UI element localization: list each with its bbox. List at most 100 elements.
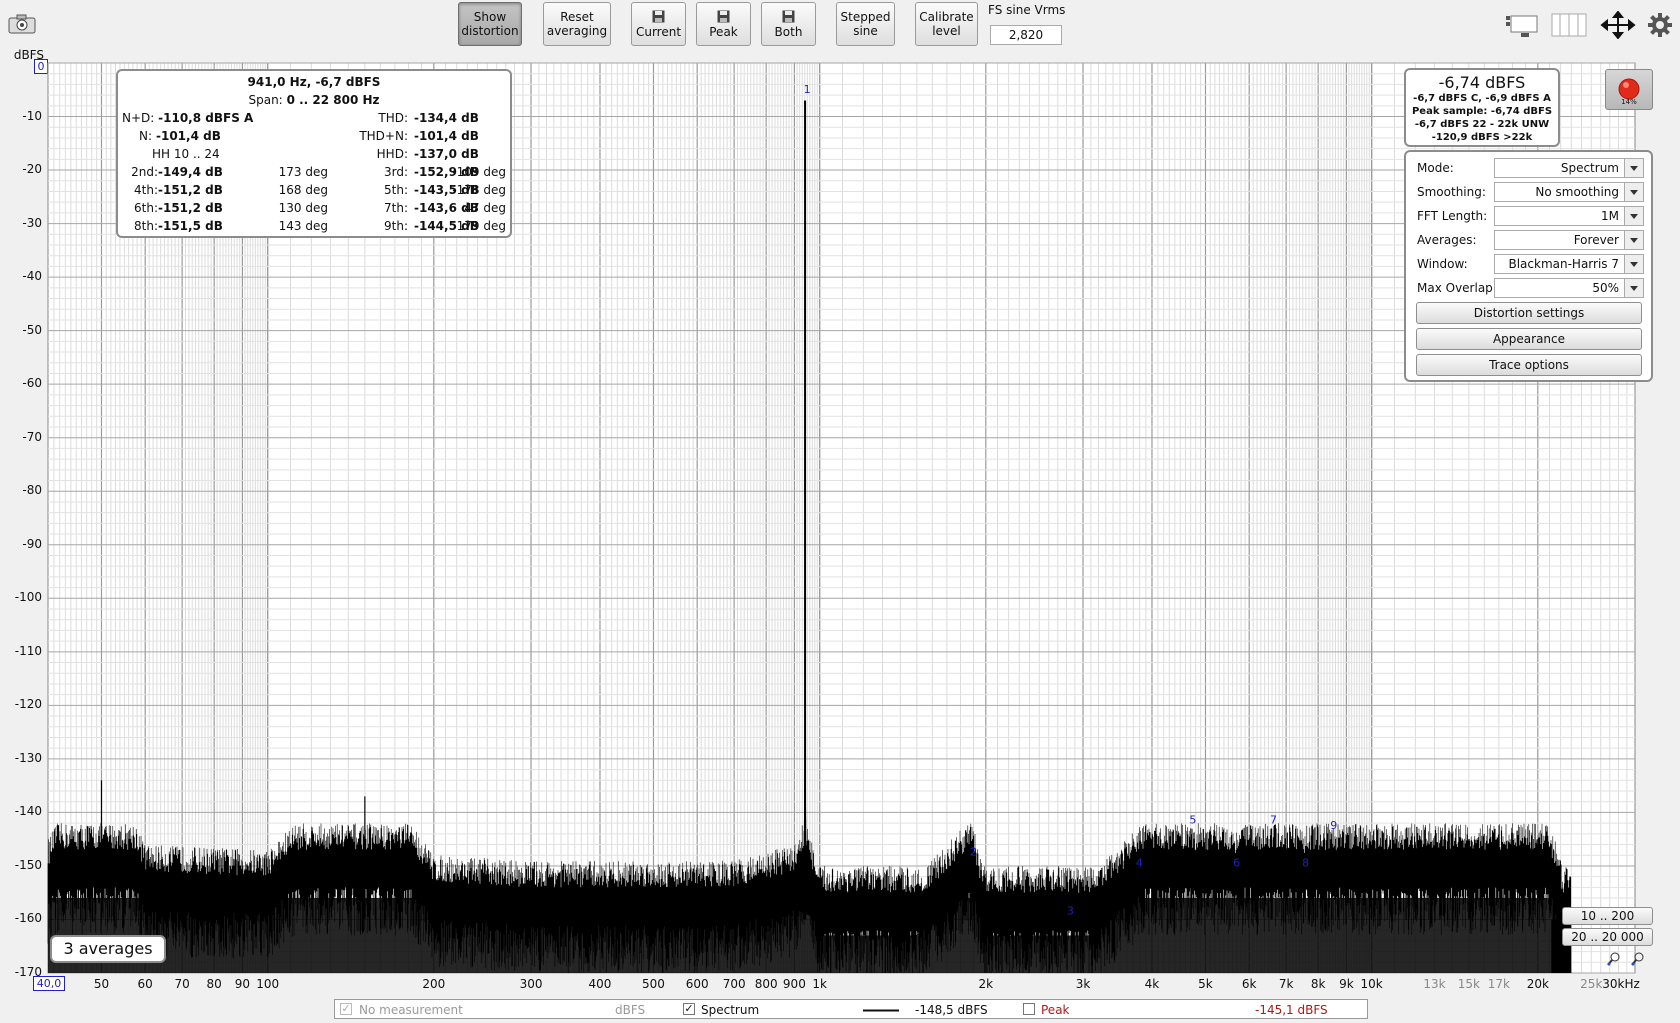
harmonic-d1: 173 deg (278, 165, 328, 179)
mode-select[interactable]: Spectrum (1494, 158, 1644, 178)
calibrate-level-button[interactable]: Calibrate level (915, 2, 978, 46)
fs-sine-label: FS sine Vrms (988, 3, 1066, 17)
gear-icon[interactable] (1648, 13, 1672, 37)
y-tick-label: -80 (22, 483, 42, 498)
harmonic-l1: 2nd: (131, 165, 158, 179)
x-tick-label: 200 (422, 977, 446, 991)
x-tick-label: 6k (1241, 977, 1257, 991)
fs-sine-input[interactable]: 2,820 (990, 25, 1062, 45)
y-tick-label: -50 (22, 322, 42, 337)
show-distortion-button[interactable]: Show distortion (458, 2, 522, 46)
harmonic-l1: 4th: (134, 183, 158, 197)
x-zoom-out-icon[interactable] (1630, 951, 1646, 967)
level-line2: Peak sample: -6,74 dBFS (1411, 106, 1553, 117)
x-tick-label: 20k (1526, 977, 1549, 991)
y-tick-label: -120 (14, 697, 42, 712)
thdn-value: -101,4 dB (414, 129, 479, 143)
pan-arrows-icon[interactable] (1600, 10, 1636, 40)
y-tick-label: -140 (14, 804, 42, 819)
x-tick-label: 8k (1310, 977, 1326, 991)
window-select[interactable]: Blackman-Harris 7 (1494, 254, 1644, 274)
trace-options-button[interactable]: Trace options (1416, 354, 1642, 376)
level-line1: -6,7 dBFS C, -6,9 dBFS A (1413, 93, 1551, 104)
layout-icon[interactable] (1505, 12, 1541, 38)
y-tick-label: -20 (22, 162, 42, 177)
range-10-200-button[interactable]: 10 .. 200 (1562, 907, 1653, 925)
harmonic-marker: 9 (1330, 819, 1337, 832)
spectrum-checkbox[interactable]: ✓ (683, 1003, 695, 1015)
x-zoom-in-icon[interactable] (1606, 951, 1622, 967)
chevron-down-icon (1624, 255, 1643, 273)
distortion-panel: 941,0 Hz, -6,7 dBFS Span: 0 .. 22 800 Hz… (116, 69, 512, 238)
span-row: Span: 0 .. 22 800 Hz (248, 93, 380, 107)
save-both-button[interactable]: Both (761, 2, 816, 46)
harmonic-marker: 7 (1270, 813, 1277, 826)
reset-averaging-button[interactable]: Reset averaging (543, 2, 611, 46)
x-tick-label: 400 (588, 977, 612, 991)
harmonic-marker: 4 (1136, 856, 1143, 869)
x-tick-label: 3k (1075, 977, 1091, 991)
peak-label: Peak (1041, 1003, 1070, 1017)
save-icon (717, 10, 730, 22)
harmonic-marker: 1 (804, 83, 811, 96)
n-value: -101,4 dB (156, 129, 221, 143)
range-20-20000-button[interactable]: 20 .. 20 000 (1562, 928, 1653, 946)
stepped-sine-button[interactable]: Stepped sine (836, 2, 895, 46)
level-line3: -6,7 dBFS 22 - 22k UNW (1414, 119, 1550, 130)
averages-badge: 3 averages (50, 935, 166, 963)
camera-icon[interactable] (8, 14, 36, 34)
thdn-label: THD+N: (359, 129, 408, 143)
distortion-settings-button[interactable]: Distortion settings (1416, 302, 1642, 324)
y-tick-label: -90 (22, 536, 42, 551)
x-tick-label: 600 (685, 977, 709, 991)
x-tick-label: 100 (256, 977, 280, 991)
x-tick-label: 15k (1457, 977, 1480, 991)
save-icon (652, 10, 665, 22)
fft-length-select[interactable]: 1M (1494, 206, 1644, 226)
harmonic-l2: 3rd: (383, 165, 408, 179)
y-axis-top-value[interactable]: 0 (34, 59, 48, 74)
harmonic-d2: -178 deg (452, 183, 506, 197)
distortion-title: 941,0 Hz, -6,7 dBFS (247, 75, 381, 89)
x-tick-label: 500 (642, 977, 665, 991)
x-tick-label: 50 (93, 977, 110, 991)
record-button[interactable]: 14% (1605, 69, 1653, 110)
peak-checkbox[interactable] (1023, 1003, 1035, 1015)
y-tick-label: -110 (14, 643, 42, 658)
averages-select[interactable]: Forever (1494, 230, 1644, 250)
smoothing-select[interactable]: No smoothing (1494, 182, 1644, 202)
zoom-in-icon[interactable] (52, 70, 70, 86)
appearance-button[interactable]: Appearance (1416, 328, 1642, 350)
chevron-down-icon (1624, 207, 1643, 225)
x-tick-label: 30kHz (1602, 977, 1640, 991)
zoom-out-icon[interactable] (52, 92, 70, 108)
hhd-label: HHD: (376, 147, 408, 161)
y-unit-select[interactable]: dBFS (50, 113, 112, 132)
save-peak-button[interactable]: Peak (696, 2, 751, 46)
level-panel: -6,74 dBFS -6,7 dBFS C, -6,9 dBFS A Peak… (1404, 68, 1560, 147)
harmonic-l2: 5th: (384, 183, 408, 197)
y-tick-label: -60 (22, 376, 42, 391)
fundamental-skirt (794, 705, 818, 920)
x-tick-label: 900 (782, 977, 806, 991)
harmonic-d1: 143 deg (278, 219, 328, 233)
x-tick-label: 90 (234, 977, 251, 991)
x-axis-start-value[interactable]: 40,0 (33, 976, 65, 991)
harmonic-l2: 9th: (384, 219, 408, 233)
no-measurement-unit: dBFS (615, 1003, 646, 1017)
trace-legend: ✓ No measurement dBFS ✓ Spectrum -148,5 … (334, 999, 1368, 1019)
peak-value: -145,1 dBFS (1255, 1003, 1328, 1017)
no-measurement-checkbox[interactable]: ✓ (340, 1003, 352, 1015)
fft-length-label: FFT Length: (1417, 209, 1488, 223)
y-tick-label: -150 (14, 857, 42, 872)
level-line4: -120,9 dBFS >22k (1431, 132, 1533, 143)
y-tick-label: -10 (22, 108, 42, 123)
smoothing-label: Smoothing: (1417, 185, 1486, 199)
spectrum-line-swatch (863, 1009, 899, 1012)
x-tick-label: 9k (1339, 977, 1354, 991)
max-overlap-select[interactable]: 50% (1494, 278, 1644, 298)
save-current-button[interactable]: Current (631, 2, 686, 46)
max-overlap-label: Max Overlap: (1417, 281, 1497, 295)
columns-icon[interactable] (1551, 12, 1587, 38)
harmonic-d2: -109 deg (452, 165, 506, 179)
